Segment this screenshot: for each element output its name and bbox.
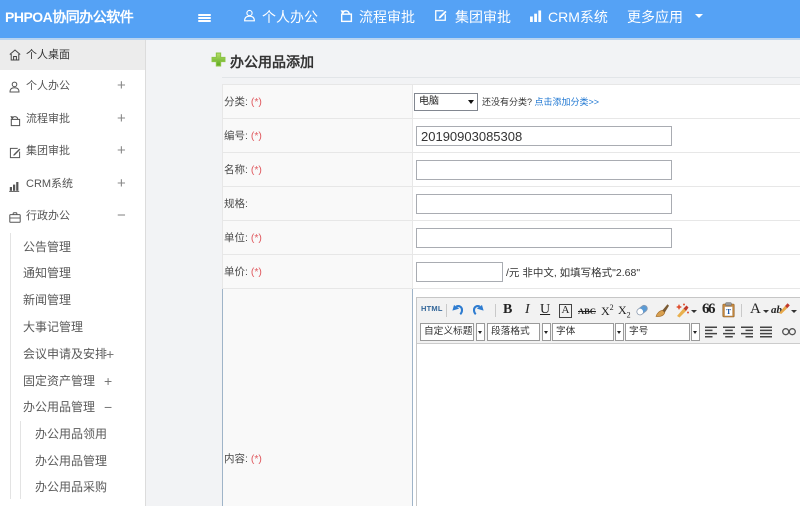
svg-text:T: T	[726, 307, 731, 316]
